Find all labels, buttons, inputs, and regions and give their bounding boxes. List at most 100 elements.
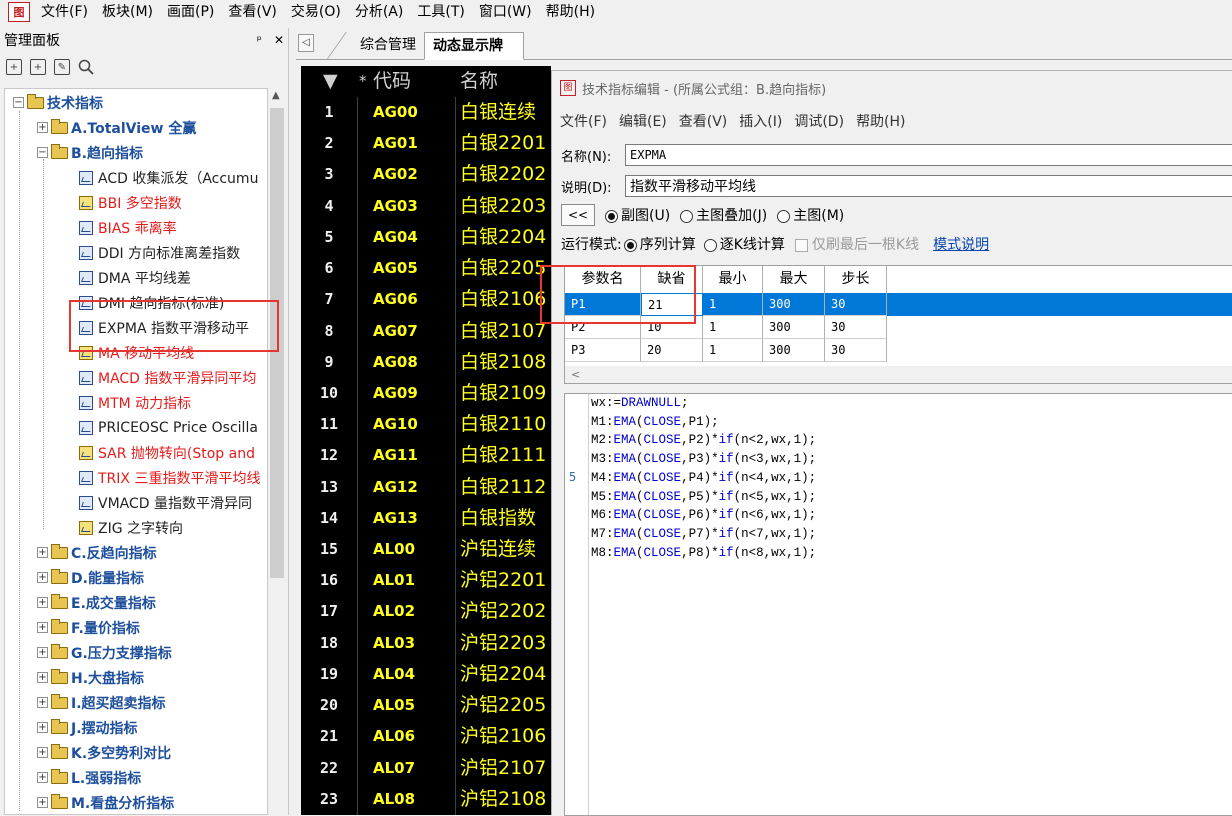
menu-tools[interactable]: 工具(T) [410, 1, 471, 23]
quote-row[interactable]: 4 AG03 白银2203 [301, 191, 551, 222]
menu-window[interactable]: 窗口(W) [472, 1, 539, 23]
param-name-cell[interactable]: P3 [565, 339, 641, 362]
quote-row[interactable]: 14 AG13 白银指数 [301, 503, 551, 534]
radio-sub-chart[interactable] [605, 209, 618, 223]
expand-icon[interactable]: + [37, 547, 48, 558]
menu-file[interactable]: 文件(F) [34, 1, 95, 23]
new-group-icon[interactable]: + [30, 59, 46, 75]
param-min-cell[interactable]: 1 [703, 339, 763, 362]
option-main-overlay[interactable]: 主图叠加(J) [680, 205, 767, 225]
collapse-icon[interactable]: − [13, 97, 24, 108]
param-grid-hscroll[interactable]: < [565, 366, 1232, 383]
menu-analysis[interactable]: 分析(A) [348, 1, 411, 23]
only-last-bar-checkbox[interactable] [794, 238, 808, 252]
option-main-chart[interactable]: 主图(M) [777, 205, 844, 225]
expand-icon[interactable]: + [37, 722, 48, 733]
quote-row[interactable]: 20 AL05 沪铝2205 [301, 690, 551, 721]
radio-series-calc[interactable] [623, 238, 637, 252]
expand-icon[interactable]: + [37, 772, 48, 783]
quote-row[interactable]: 17 AL02 沪铝2202 [301, 596, 551, 627]
editor-menu-view[interactable]: 查看(V) [673, 111, 734, 131]
quote-row[interactable]: 21 AL06 沪铝2106 [301, 721, 551, 752]
param-step-cell[interactable]: 30 [825, 316, 887, 339]
tree-indicator-item[interactable]: TRIX 三重指数平滑平均线 [79, 465, 260, 490]
quote-row[interactable]: 11 AG10 白银2110 [301, 409, 551, 440]
tree-folder[interactable]: + L.强弱指标 [37, 765, 141, 790]
editor-menu-insert[interactable]: 插入(I) [733, 111, 788, 131]
code-line[interactable]: M6:EMA(CLOSE,P6)*if(n<6,wx,1); [591, 508, 816, 527]
tree-folder[interactable]: − B.趋向指标 [37, 140, 143, 165]
tree-indicator-item[interactable]: DMA 平均线差 [79, 265, 191, 290]
param-row[interactable]: P3 20 1 300 30 [565, 339, 1232, 362]
code-line[interactable]: M5:EMA(CLOSE,P5)*if(n<5,wx,1); [591, 490, 816, 509]
close-icon[interactable]: ✕ [274, 33, 284, 47]
search-icon[interactable] [78, 59, 94, 75]
quote-row[interactable]: 3 AG02 白银2202 [301, 159, 551, 190]
menu-view[interactable]: 查看(V) [221, 1, 284, 23]
param-default-cell[interactable]: 20 [641, 339, 703, 362]
expand-icon[interactable]: + [37, 697, 48, 708]
expand-icon[interactable]: + [37, 672, 48, 683]
quote-row[interactable]: 8 AG07 白银2107 [301, 316, 551, 347]
collapse-icon[interactable]: − [37, 147, 48, 158]
editor-menu-edit[interactable]: 编辑(E) [613, 111, 673, 131]
quote-row[interactable]: 7 AG06 白银2106 [301, 284, 551, 315]
quote-row[interactable]: 18 AL03 沪铝2203 [301, 628, 551, 659]
tree-folder[interactable]: + M.看盘分析指标 [37, 790, 174, 814]
quote-row[interactable]: 16 AL01 沪铝2201 [301, 565, 551, 596]
edit-icon[interactable]: ✎ [54, 59, 70, 75]
expand-icon[interactable]: + [37, 597, 48, 608]
quote-row[interactable]: 5 AG04 白银2204 [301, 222, 551, 253]
column-code[interactable]: 代码 [373, 66, 411, 97]
tree-folder[interactable]: + D.能量指标 [37, 565, 144, 590]
code-line[interactable]: M7:EMA(CLOSE,P7)*if(n<7,wx,1); [591, 527, 816, 546]
tree-folder[interactable]: + K.多空势利对比 [37, 740, 171, 765]
quote-row[interactable]: 15 AL00 沪铝连续 [301, 534, 551, 565]
quote-row[interactable]: 13 AG12 白银2112 [301, 472, 551, 503]
quote-row[interactable]: 9 AG08 白银2108 [301, 347, 551, 378]
tree-folder-root[interactable]: − 技术指标 [13, 90, 103, 115]
quote-row[interactable]: 19 AL04 沪铝2204 [301, 659, 551, 690]
tree-folder[interactable]: + C.反趋向指标 [37, 540, 157, 565]
tree-indicator-item[interactable]: ZIG 之字转向 [79, 515, 183, 540]
tree-folder[interactable]: + J.摆动指标 [37, 715, 138, 740]
menu-help[interactable]: 帮助(H) [539, 1, 602, 23]
code-line[interactable]: M1:EMA(CLOSE,P1); [591, 415, 719, 434]
tree-folder[interactable]: + E.成交量指标 [37, 590, 156, 615]
param-min-cell[interactable]: 1 [703, 293, 763, 316]
menu-trade[interactable]: 交易(O) [284, 1, 348, 23]
param-max-cell[interactable]: 300 [763, 316, 825, 339]
mode-help-link[interactable]: 模式说明 [933, 234, 989, 254]
param-col-min[interactable]: 最小 [703, 266, 763, 293]
param-max-cell[interactable]: 300 [763, 293, 825, 316]
tree-indicator-item[interactable]: VMACD 量指数平滑异同 [79, 490, 252, 515]
tree-folder[interactable]: + I.超买超卖指标 [37, 690, 166, 715]
code-line[interactable]: wx:=DRAWNULL; [591, 396, 689, 415]
tree-indicator-item[interactable]: DDI 方向标准离差指数 [79, 240, 240, 265]
column-name[interactable]: 名称 [460, 66, 498, 97]
name-input[interactable]: EXPMA [625, 144, 1232, 166]
code-line[interactable]: M3:EMA(CLOSE,P3)*if(n<3,wx,1); [591, 452, 816, 471]
param-col-max[interactable]: 最大 [763, 266, 825, 293]
expand-icon[interactable]: + [37, 572, 48, 583]
editor-menu-help[interactable]: 帮助(H) [850, 111, 911, 131]
param-step-cell[interactable]: 30 [825, 339, 887, 362]
expand-icon[interactable]: + [37, 122, 48, 133]
scroll-up-icon[interactable]: ▲ [272, 90, 280, 101]
tree-scrollbar[interactable]: ▲ [268, 88, 286, 815]
param-col-step[interactable]: 步长 [825, 266, 887, 293]
code-line[interactable]: M8:EMA(CLOSE,P8)*if(n<8,wx,1); [591, 546, 816, 565]
expand-icon[interactable]: + [37, 647, 48, 658]
param-max-cell[interactable]: 300 [763, 339, 825, 362]
tree-folder[interactable]: + H.大盘指标 [37, 665, 144, 690]
option-series-calc[interactable]: 序列计算 [623, 234, 696, 254]
app-logo-icon[interactable]: 图 [8, 2, 30, 22]
column-star[interactable]: * [359, 66, 367, 97]
option-per-bar-calc[interactable]: 逐K线计算 [703, 234, 785, 254]
expand-icon[interactable]: + [37, 797, 48, 808]
tree-folder[interactable]: + F.量价指标 [37, 615, 140, 640]
only-last-bar-option[interactable]: 仅刷最后一根K线 [794, 234, 919, 254]
code-line[interactable]: M4:EMA(CLOSE,P4)*if(n<4,wx,1); [591, 471, 816, 490]
add-formula-icon[interactable]: + [6, 59, 22, 75]
tree-indicator-item[interactable]: ACD 收集派发（Accumu [79, 165, 258, 190]
